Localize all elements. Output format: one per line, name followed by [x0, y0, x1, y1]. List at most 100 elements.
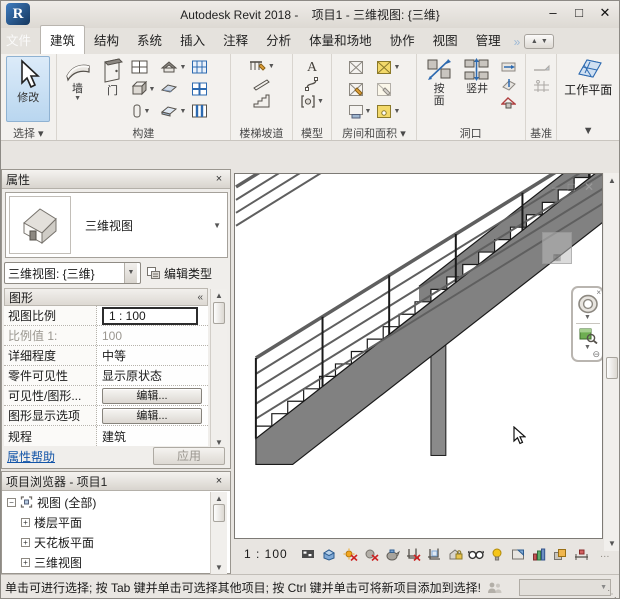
properties-scrollbar[interactable]: ▲ ▼: [210, 289, 227, 449]
reveal-hidden-icon[interactable]: [489, 546, 506, 562]
canvas-scrollbar[interactable]: ▲ ▼: [604, 173, 620, 551]
column-button[interactable]: ▼: [130, 102, 157, 120]
tab-analyze[interactable]: 分析: [257, 26, 300, 54]
chevron-down-icon[interactable]: ▼: [584, 344, 591, 351]
section-graphics[interactable]: 图形 «: [4, 288, 208, 306]
view-close-icon[interactable]: ✕: [584, 180, 594, 194]
railing-button[interactable]: ▼: [247, 57, 276, 75]
detail-level-value[interactable]: 中等: [97, 346, 208, 365]
vertical-opening-button[interactable]: [500, 77, 517, 92]
design-option-select[interactable]: ▼: [519, 579, 611, 596]
tab-insert[interactable]: 插入: [171, 26, 214, 54]
wall-opening-button[interactable]: [500, 59, 517, 74]
apply-button[interactable]: 应用: [153, 447, 225, 465]
shaft-button[interactable]: 竖井: [460, 56, 494, 125]
stair-button[interactable]: [251, 93, 272, 110]
navbar-minimize-icon[interactable]: ⊖: [592, 350, 600, 359]
model-group-button[interactable]: ▼: [299, 93, 325, 110]
tab-architecture[interactable]: 建筑: [40, 25, 85, 54]
panel-label-model[interactable]: 模型: [293, 125, 332, 140]
expand-box-icon[interactable]: +: [21, 538, 30, 547]
close-icon[interactable]: ✕: [597, 5, 613, 21]
panel-label-work-plane[interactable]: ▼: [557, 125, 619, 140]
viewcube[interactable]: ▦: [542, 232, 572, 264]
area-tag-button[interactable]: ▼: [375, 103, 401, 120]
crop-view-icon[interactable]: [405, 546, 422, 562]
panel-label-opening[interactable]: 洞口: [417, 125, 525, 140]
tree-item-ceiling-plans[interactable]: + 天花板平面: [2, 532, 212, 552]
edit-type-button[interactable]: 编辑类型: [144, 262, 230, 284]
steering-wheel-icon[interactable]: [577, 294, 599, 314]
browser-scrollbar[interactable]: ▲ ▼: [210, 492, 227, 574]
roof-button[interactable]: ▼: [159, 58, 187, 76]
scroll-down-icon[interactable]: ▼: [211, 563, 227, 572]
displacement-sets-icon[interactable]: [552, 546, 569, 562]
dormer-opening-button[interactable]: [500, 95, 517, 110]
curtain-grid-button[interactable]: [190, 80, 209, 98]
tree-item-3d-views[interactable]: + 三维视图: [2, 552, 212, 572]
work-plane-button[interactable]: 工作平面: [564, 81, 612, 98]
close-icon[interactable]: ×: [212, 173, 226, 185]
mullion-button[interactable]: [190, 102, 209, 120]
tree-item-views-root[interactable]: − 视图 (全部): [2, 492, 212, 512]
curtain-system-button[interactable]: [190, 58, 209, 76]
view-scale-field[interactable]: 1 : 100: [102, 307, 198, 325]
scroll-up-icon[interactable]: ▲: [211, 291, 227, 300]
panel-label-select[interactable]: 选择 ▾: [1, 125, 56, 140]
tab-annotate[interactable]: 注释: [214, 26, 257, 54]
ramp-button[interactable]: [251, 76, 272, 92]
close-icon[interactable]: ×: [212, 475, 226, 487]
model-text-button[interactable]: A: [303, 57, 321, 74]
drawing-area[interactable]: – □ ✕ ▦ × ▼ ▼ ⊖: [234, 173, 603, 539]
modify-button[interactable]: 修改: [6, 56, 50, 122]
temporary-view-properties-icon[interactable]: [510, 546, 527, 562]
analytical-model-icon[interactable]: [531, 546, 548, 562]
grid-button[interactable]: [532, 79, 551, 94]
scroll-thumb[interactable]: [213, 504, 225, 522]
tree-item-floor-plans[interactable]: + 楼层平面: [2, 512, 212, 532]
tab-collaborate[interactable]: 协作: [381, 26, 424, 54]
ceiling-button[interactable]: [159, 81, 187, 97]
tab-massing-site[interactable]: 体量和场地: [300, 26, 381, 54]
tab-overflow-icon[interactable]: »: [514, 35, 519, 49]
sun-path-icon[interactable]: [342, 546, 359, 562]
edit-visibility-button[interactable]: 编辑...: [102, 388, 202, 404]
window-button[interactable]: [130, 58, 157, 76]
tab-structure[interactable]: 结构: [85, 26, 128, 54]
instance-selector[interactable]: 三维视图: {三维} ▼: [4, 262, 141, 284]
panel-label-datum[interactable]: 基准: [526, 125, 557, 140]
crop-region-icon[interactable]: [426, 546, 443, 562]
tab-systems[interactable]: 系统: [128, 26, 171, 54]
tab-file[interactable]: 文件: [1, 26, 40, 54]
parts-visibility-value[interactable]: 显示原状态: [97, 366, 208, 385]
scroll-up-icon[interactable]: ▲: [604, 176, 620, 185]
floor-button[interactable]: ▼: [159, 103, 187, 119]
reveal-constraints-icon[interactable]: [573, 546, 590, 562]
worksharing-users-icon[interactable]: [487, 581, 503, 595]
component-button[interactable]: ▼: [130, 80, 157, 98]
expand-box-icon[interactable]: +: [21, 518, 30, 527]
minimize-icon[interactable]: –: [545, 5, 561, 21]
ribbon-collapse-button[interactable]: ▲▼: [524, 34, 554, 49]
room-button[interactable]: [347, 59, 373, 76]
resize-grip[interactable]: ⋱: [607, 589, 617, 599]
view-minimize-icon[interactable]: –: [552, 180, 559, 194]
scroll-thumb[interactable]: [606, 357, 618, 379]
scroll-thumb[interactable]: [213, 302, 225, 324]
scroll-down-icon[interactable]: ▼: [211, 438, 227, 447]
render-icon[interactable]: [384, 546, 401, 562]
scale-button[interactable]: 1 : 100: [244, 547, 288, 561]
view-restore-icon[interactable]: □: [568, 180, 575, 194]
area-button[interactable]: ▼: [375, 59, 401, 76]
properties-help-link[interactable]: 属性帮助: [7, 448, 55, 465]
zoom-icon[interactable]: [578, 326, 598, 344]
type-selector[interactable]: 三维视图 ▼: [5, 192, 228, 258]
discipline-value[interactable]: 建筑: [97, 426, 208, 446]
room-separator-button[interactable]: [347, 81, 373, 98]
visual-style-icon[interactable]: [321, 546, 338, 562]
edit-graphic-display-button[interactable]: 编辑...: [102, 408, 202, 424]
panel-label-room-area[interactable]: 房间和面积 ▾: [332, 125, 415, 140]
navbar-close-icon[interactable]: ×: [596, 289, 601, 297]
shadows-icon[interactable]: [363, 546, 380, 562]
chevron-down-icon[interactable]: ▼: [584, 314, 591, 321]
